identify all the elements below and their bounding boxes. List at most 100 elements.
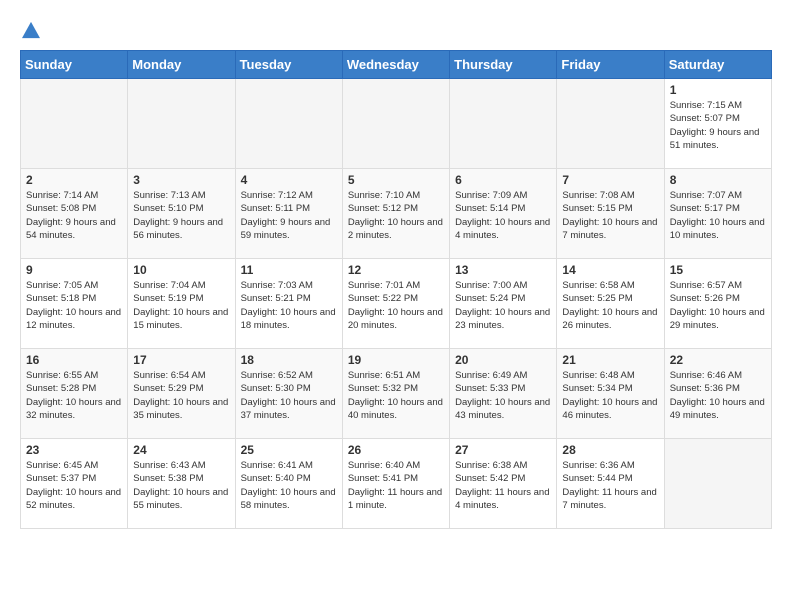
day-info: Sunrise: 7:05 AM Sunset: 5:18 PM Dayligh… [26,279,122,332]
calendar-cell [342,79,449,169]
calendar-cell: 28 Sunrise: 6:36 AM Sunset: 5:44 PM Dayli… [557,439,664,529]
day-info: Sunrise: 7:15 AM Sunset: 5:07 PM Dayligh… [670,99,766,152]
day-number: 9 [26,263,122,277]
calendar-table: SundayMondayTuesdayWednesdayThursdayFrid… [20,50,772,529]
day-info: Sunrise: 7:01 AM Sunset: 5:22 PM Dayligh… [348,279,444,332]
calendar-cell: 11 Sunrise: 7:03 AM Sunset: 5:21 PM Dayli… [235,259,342,349]
day-info: Sunrise: 7:14 AM Sunset: 5:08 PM Dayligh… [26,189,122,242]
logo [20,20,40,40]
calendar-cell: 15Sunrise: 6:57 AM Sunset: 5:26 PM Dayli… [664,259,771,349]
day-number: 10 [133,263,229,277]
day-number: 23 [26,443,122,457]
day-info: Sunrise: 7:00 AM Sunset: 5:24 PM Dayligh… [455,279,551,332]
weekday-header-tuesday: Tuesday [235,51,342,79]
day-number: 1 [670,83,766,97]
day-number: 12 [348,263,444,277]
calendar-week-2: 2 Sunrise: 7:14 AM Sunset: 5:08 PM Daylig… [21,169,772,259]
day-info: Sunrise: 6:58 AM Sunset: 5:25 PM Dayligh… [562,279,658,332]
day-info: Sunrise: 6:40 AM Sunset: 5:41 PM Dayligh… [348,459,444,512]
day-number: 22 [670,353,766,367]
calendar-cell [21,79,128,169]
day-number: 13 [455,263,551,277]
calendar-cell: 27 Sunrise: 6:38 AM Sunset: 5:42 PM Dayli… [450,439,557,529]
calendar-cell: 18 Sunrise: 6:52 AM Sunset: 5:30 PM Dayli… [235,349,342,439]
calendar-header: SundayMondayTuesdayWednesdayThursdayFrid… [21,51,772,79]
calendar-cell: 17Sunrise: 6:54 AM Sunset: 5:29 PM Dayli… [128,349,235,439]
calendar-cell: 24 Sunrise: 6:43 AM Sunset: 5:38 PM Dayli… [128,439,235,529]
calendar-week-5: 23 Sunrise: 6:45 AM Sunset: 5:37 PM Dayli… [21,439,772,529]
weekday-header-monday: Monday [128,51,235,79]
day-number: 2 [26,173,122,187]
day-info: Sunrise: 6:41 AM Sunset: 5:40 PM Dayligh… [241,459,337,512]
calendar-week-3: 9 Sunrise: 7:05 AM Sunset: 5:18 PM Daylig… [21,259,772,349]
day-number: 4 [241,173,337,187]
day-info: Sunrise: 6:45 AM Sunset: 5:37 PM Dayligh… [26,459,122,512]
calendar-cell: 1 Sunrise: 7:15 AM Sunset: 5:07 PM Daylig… [664,79,771,169]
page-header [20,20,772,40]
day-info: Sunrise: 6:52 AM Sunset: 5:30 PM Dayligh… [241,369,337,422]
day-info: Sunrise: 6:49 AM Sunset: 5:33 PM Dayligh… [455,369,551,422]
day-info: Sunrise: 6:36 AM Sunset: 5:44 PM Dayligh… [562,459,658,512]
calendar-cell [128,79,235,169]
weekday-header-saturday: Saturday [664,51,771,79]
day-number: 24 [133,443,229,457]
calendar-cell: 21 Sunrise: 6:48 AM Sunset: 5:34 PM Dayli… [557,349,664,439]
calendar-cell: 20 Sunrise: 6:49 AM Sunset: 5:33 PM Dayli… [450,349,557,439]
calendar-cell: 19 Sunrise: 6:51 AM Sunset: 5:32 PM Dayli… [342,349,449,439]
calendar-cell: 3 Sunrise: 7:13 AM Sunset: 5:10 PM Daylig… [128,169,235,259]
day-info: Sunrise: 6:55 AM Sunset: 5:28 PM Dayligh… [26,369,122,422]
calendar-cell: 8Sunrise: 7:07 AM Sunset: 5:17 PM Daylig… [664,169,771,259]
day-number: 8 [670,173,766,187]
calendar-week-1: 1 Sunrise: 7:15 AM Sunset: 5:07 PM Daylig… [21,79,772,169]
logo-text [20,20,40,44]
calendar-cell: 22 Sunrise: 6:46 AM Sunset: 5:36 PM Dayli… [664,349,771,439]
day-number: 27 [455,443,551,457]
day-number: 28 [562,443,658,457]
calendar-cell [664,439,771,529]
day-info: Sunrise: 7:09 AM Sunset: 5:14 PM Dayligh… [455,189,551,242]
day-info: Sunrise: 7:12 AM Sunset: 5:11 PM Dayligh… [241,189,337,242]
day-number: 3 [133,173,229,187]
day-number: 20 [455,353,551,367]
weekday-header-friday: Friday [557,51,664,79]
calendar-cell: 23 Sunrise: 6:45 AM Sunset: 5:37 PM Dayli… [21,439,128,529]
calendar-cell: 10 Sunrise: 7:04 AM Sunset: 5:19 PM Dayli… [128,259,235,349]
calendar-cell: 14 Sunrise: 6:58 AM Sunset: 5:25 PM Dayli… [557,259,664,349]
day-number: 14 [562,263,658,277]
day-info: Sunrise: 6:43 AM Sunset: 5:38 PM Dayligh… [133,459,229,512]
day-number: 5 [348,173,444,187]
day-number: 18 [241,353,337,367]
calendar-cell: 7 Sunrise: 7:08 AM Sunset: 5:15 PM Daylig… [557,169,664,259]
day-info: Sunrise: 7:08 AM Sunset: 5:15 PM Dayligh… [562,189,658,242]
day-number: 7 [562,173,658,187]
day-number: 17 [133,353,229,367]
day-info: Sunrise: 7:13 AM Sunset: 5:10 PM Dayligh… [133,189,229,242]
weekday-header-wednesday: Wednesday [342,51,449,79]
day-number: 25 [241,443,337,457]
logo-icon [22,21,40,39]
calendar-cell: 26Sunrise: 6:40 AM Sunset: 5:41 PM Dayli… [342,439,449,529]
day-info: Sunrise: 6:57 AM Sunset: 5:26 PM Dayligh… [670,279,766,332]
calendar-cell: 16 Sunrise: 6:55 AM Sunset: 5:28 PM Dayli… [21,349,128,439]
day-info: Sunrise: 7:03 AM Sunset: 5:21 PM Dayligh… [241,279,337,332]
calendar-cell: 9 Sunrise: 7:05 AM Sunset: 5:18 PM Daylig… [21,259,128,349]
day-info: Sunrise: 6:48 AM Sunset: 5:34 PM Dayligh… [562,369,658,422]
day-number: 21 [562,353,658,367]
calendar-cell: 5 Sunrise: 7:10 AM Sunset: 5:12 PM Daylig… [342,169,449,259]
day-info: Sunrise: 7:10 AM Sunset: 5:12 PM Dayligh… [348,189,444,242]
day-info: Sunrise: 6:51 AM Sunset: 5:32 PM Dayligh… [348,369,444,422]
day-info: Sunrise: 7:04 AM Sunset: 5:19 PM Dayligh… [133,279,229,332]
day-info: Sunrise: 6:38 AM Sunset: 5:42 PM Dayligh… [455,459,551,512]
weekday-header-thursday: Thursday [450,51,557,79]
calendar-cell [235,79,342,169]
calendar-cell: 2 Sunrise: 7:14 AM Sunset: 5:08 PM Daylig… [21,169,128,259]
day-info: Sunrise: 6:46 AM Sunset: 5:36 PM Dayligh… [670,369,766,422]
calendar-cell: 6Sunrise: 7:09 AM Sunset: 5:14 PM Daylig… [450,169,557,259]
day-number: 11 [241,263,337,277]
day-number: 19 [348,353,444,367]
calendar-cell [557,79,664,169]
calendar-cell: 12 Sunrise: 7:01 AM Sunset: 5:22 PM Dayli… [342,259,449,349]
day-number: 16 [26,353,122,367]
calendar-week-4: 16 Sunrise: 6:55 AM Sunset: 5:28 PM Dayli… [21,349,772,439]
calendar-cell: 25 Sunrise: 6:41 AM Sunset: 5:40 PM Dayli… [235,439,342,529]
